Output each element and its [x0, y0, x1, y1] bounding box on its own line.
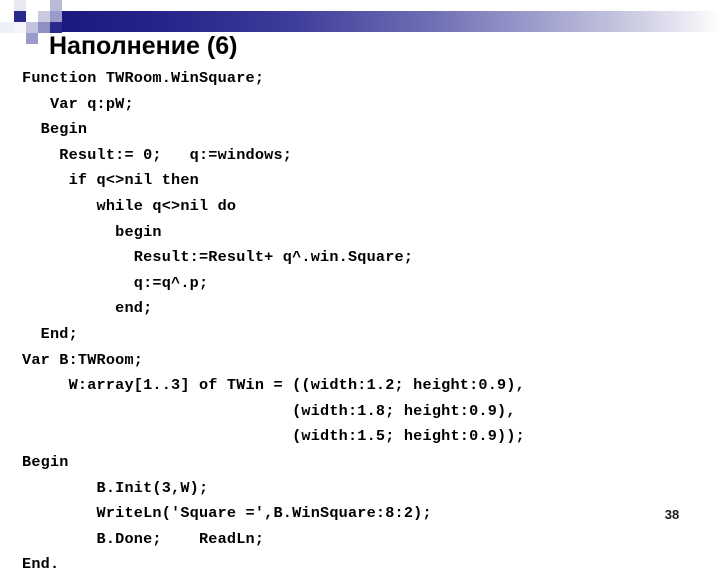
code-line: W:array[1..3] of TWin = ((width:1.2; hei… [22, 376, 525, 395]
code-line: Var B:TWRoom; [22, 350, 144, 369]
code-line: Begin [22, 452, 69, 471]
code-line: if q<>nil then [22, 171, 199, 190]
mosaic-square [50, 11, 62, 22]
code-line: while q<>nil do [22, 196, 237, 215]
mosaic-square [14, 11, 26, 22]
mosaic-square [14, 0, 26, 11]
code-line: begin [22, 222, 162, 241]
mosaic-square [38, 11, 50, 22]
code-line: B.Init(3,W); [22, 478, 209, 497]
code-line: Begin [22, 120, 88, 139]
mosaic-square [26, 0, 38, 11]
mosaic-square [38, 0, 50, 11]
mosaic-square [14, 22, 26, 33]
code-line: End. [22, 555, 60, 574]
code-line: B.Done; ReadLn; [22, 529, 265, 548]
code-line: (width:1.5; height:0.9)); [22, 427, 525, 446]
code-line: End; [22, 324, 78, 343]
mosaic-square [0, 22, 14, 33]
code-line: WriteLn('Square =',B.WinSquare:8:2); [22, 504, 432, 523]
code-listing: Function TWRoom.WinSquare; Var q:pW; Beg… [22, 66, 712, 578]
mosaic-square [26, 11, 38, 22]
header-gradient-bar [62, 11, 720, 32]
code-line: Result:= 0; q:=windows; [22, 145, 293, 164]
code-line: q:=q^.p; [22, 273, 209, 292]
code-line: Var q:pW; [22, 94, 134, 113]
code-line: (width:1.8; height:0.9), [22, 401, 516, 420]
mosaic-square [26, 22, 38, 33]
page-title: Наполнение (6) [49, 32, 238, 60]
mosaic-square [50, 0, 62, 11]
mosaic-square [26, 33, 38, 44]
code-line: Result:=Result+ q^.win.Square; [22, 248, 414, 267]
code-line: Function TWRoom.WinSquare; [22, 69, 265, 87]
code-line: end; [22, 299, 153, 318]
slide-number: 38 [664, 507, 680, 522]
